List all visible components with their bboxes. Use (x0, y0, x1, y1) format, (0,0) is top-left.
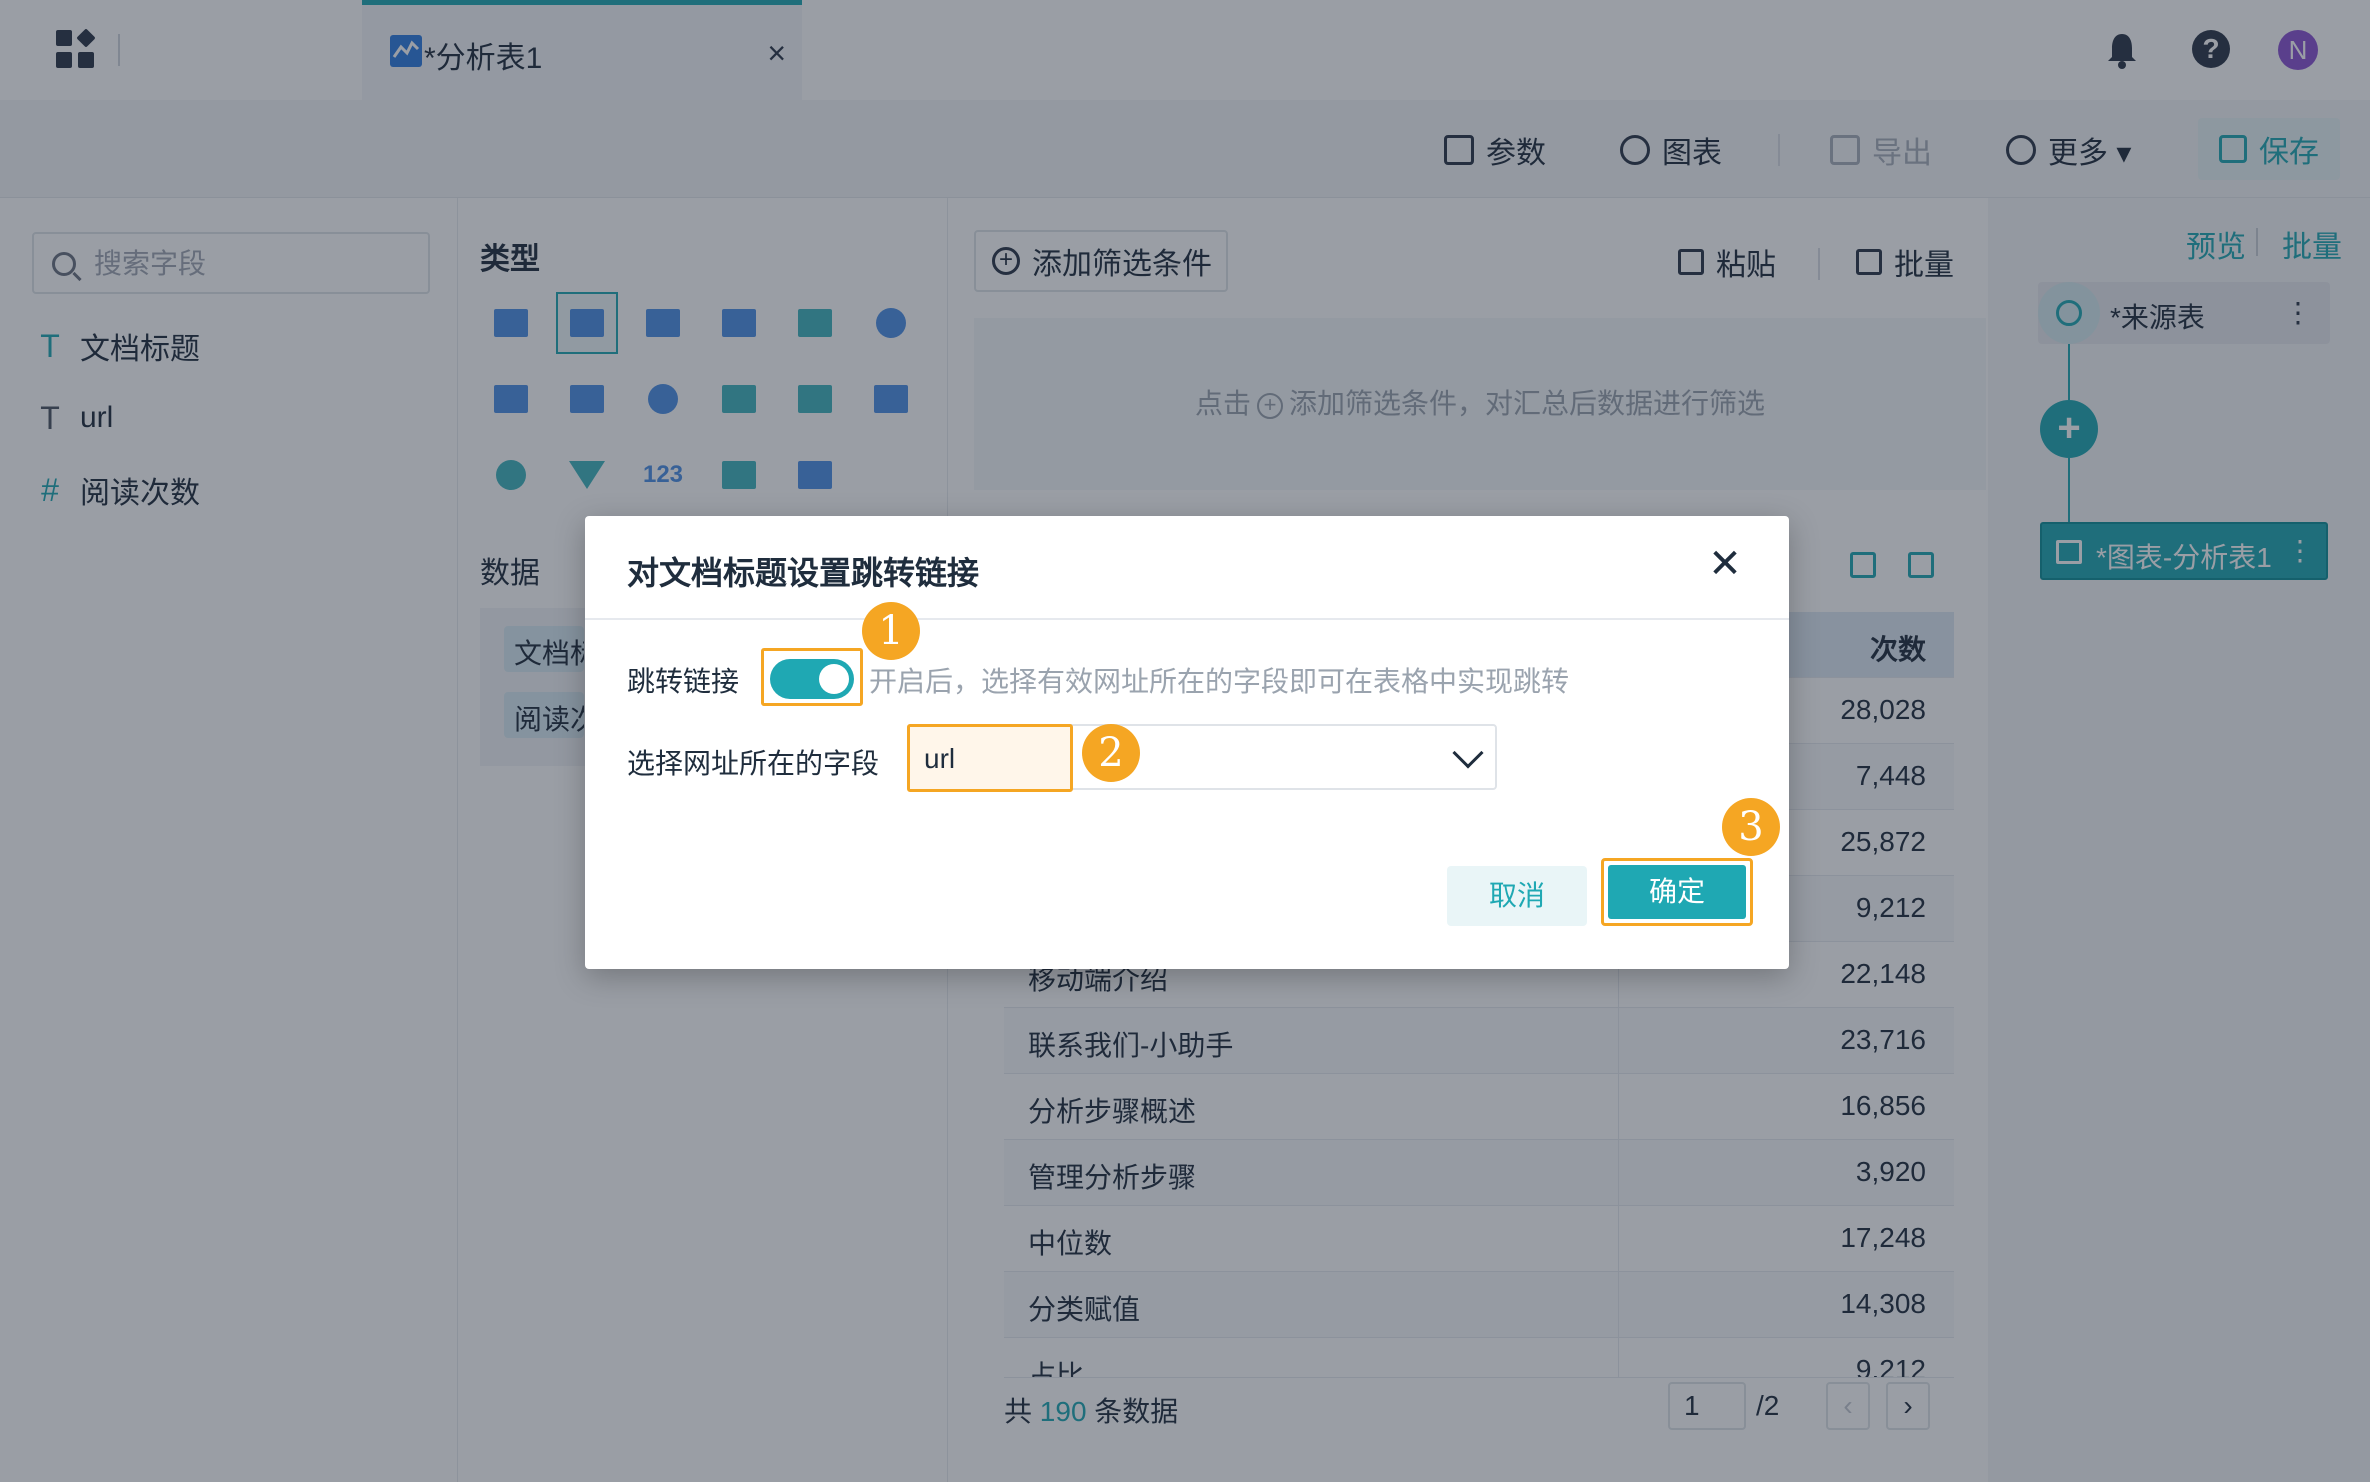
link-toggle-label: 跳转链接 (627, 666, 740, 697)
dialog-divider (585, 618, 1789, 620)
toggle-highlight (761, 648, 863, 706)
step-badge-3: 3 (1722, 798, 1780, 856)
link-settings-dialog: 对文档标题设置跳转链接 ✕ 跳转链接 开启后，选择有效网址所在的字段即可在表格中… (585, 516, 1789, 969)
url-field-label: 选择网址所在的字段 (627, 748, 880, 779)
step-badge-1: 1 (862, 602, 920, 660)
link-hint: 开启后，选择有效网址所在的字段即可在表格中实现跳转 (869, 666, 1570, 697)
cancel-button[interactable]: 取消 (1447, 866, 1587, 926)
link-toggle[interactable] (770, 659, 854, 699)
url-field-select[interactable]: url (907, 724, 1497, 792)
chevron-down-icon (1452, 737, 1484, 769)
dialog-title: 对文档标题设置跳转链接 (627, 555, 980, 591)
close-icon[interactable]: ✕ (1703, 542, 1747, 586)
step-badge-2: 2 (1082, 724, 1140, 782)
selected-field-value: url (924, 743, 956, 774)
confirm-button[interactable]: 确定 (1608, 865, 1746, 919)
select-value-highlight: url (907, 724, 1073, 792)
ok-highlight: 确定 (1601, 858, 1753, 926)
